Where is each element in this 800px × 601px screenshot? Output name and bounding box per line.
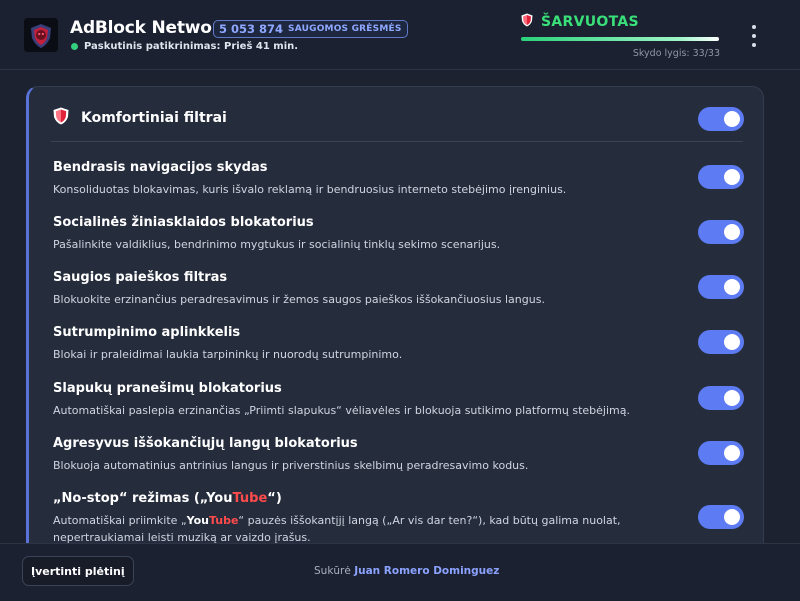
filter-toggle[interactable] [698,275,744,299]
header-bar: AdBlock Network 5 053 874 SAUGOMOS GRĖSM… [0,0,800,70]
filter-description: Blokuokite erzinančius peradresavimus ir… [53,293,545,306]
shield-progress-fill [521,37,719,41]
filter-item: Saugios paieškos filtras Blokuokite erzi… [53,270,693,308]
status-dot-icon [71,43,78,50]
card-header: Komfortiniai filtrai [53,107,227,129]
last-check-text: Paskutinis patikrinimas: Prieš 41 min. [84,41,299,52]
filter-toggle[interactable] [698,505,744,529]
author-link[interactable]: Juan Romero Dominguez [354,565,499,577]
filter-toggle[interactable] [698,165,744,189]
protection-status: ŠARVUOTAS [521,12,639,31]
filter-title: Sutrumpinimo aplinkkelis [53,325,241,340]
filter-title: Saugios paieškos filtras [53,270,228,285]
divider [51,141,743,142]
blocked-count-label: SAUGOMOS GRĖSMĖS [288,24,402,34]
filter-item: Slapukų pranešimų blokatorius Automatišk… [53,381,693,419]
blocked-count: 5 053 874 [219,22,284,36]
filter-description: Pašalinkite valdiklius, bendrinimo mygtu… [53,238,501,251]
filter-description: Automatiškai paslepia erzinančias „Priim… [53,404,630,417]
filter-toggle[interactable] [698,220,744,244]
youtube-you: You [206,491,233,506]
shield-icon [521,12,533,31]
comfort-filters-card: Komfortiniai filtrai Bendrasis navigacij… [26,86,764,556]
filter-item: Bendrasis navigacijos skydas Konsoliduot… [53,160,693,198]
youtube-tube: Tube [232,491,268,506]
filter-description: Automatiškai priimkite „YouTube“ pauzės … [53,514,621,544]
filter-description: Blokuoja automatinius antrinius langus i… [53,459,529,472]
shield-icon [53,107,69,129]
filter-item-nostop: „No-stop“ režimas („YouTube“) Automatišk… [53,491,683,546]
filter-title: Agresyvus iššokančiųjų langų blokatorius [53,436,358,451]
credits-prefix: Sukūrė [314,565,351,577]
filter-title: Bendrasis navigacijos skydas [53,160,268,175]
filter-description: Konsoliduotas blokavimas, kuris išvalo r… [53,183,567,196]
filter-toggle[interactable] [698,386,744,410]
filter-toggle[interactable] [698,330,744,354]
blocked-count-badge: 5 053 874 SAUGOMOS GRĖSMĖS [213,20,408,38]
footer-bar: Įvertinti plėtinį Sukūrė Juan Romero Dom… [0,543,800,601]
rate-extension-button[interactable]: Įvertinti plėtinį [22,556,134,586]
status-label: ŠARVUOTAS [541,13,639,30]
filter-item: Sutrumpinimo aplinkkelis Blokai ir prale… [53,325,693,363]
shield-level-text: Skydo lygis: 33/33 [632,48,720,59]
filter-item: Agresyvus iššokančiųjų langų blokatorius… [53,436,693,474]
kebab-menu-icon[interactable] [746,25,762,47]
filter-title: „No-stop“ režimas („YouTube“) [53,491,282,506]
filter-description: Blokai ir praleidimai laukia tarpininkų … [53,348,403,361]
filter-title: Slapukų pranešimų blokatorius [53,381,282,396]
last-check-status: Paskutinis patikrinimas: Prieš 41 min. [71,41,298,52]
master-toggle[interactable] [698,107,744,131]
card-title: Komfortiniai filtrai [81,110,227,126]
app-title: AdBlock Network [70,18,232,38]
shield-progress-bar [521,37,719,41]
filter-toggle[interactable] [698,441,744,465]
filter-item: Socialinės žiniasklaidos blokatorius Paš… [53,215,693,253]
filter-title: Socialinės žiniasklaidos blokatorius [53,215,314,230]
adblock-logo-icon [24,18,58,52]
credits: Sukūrė Juan Romero Dominguez [314,565,499,577]
